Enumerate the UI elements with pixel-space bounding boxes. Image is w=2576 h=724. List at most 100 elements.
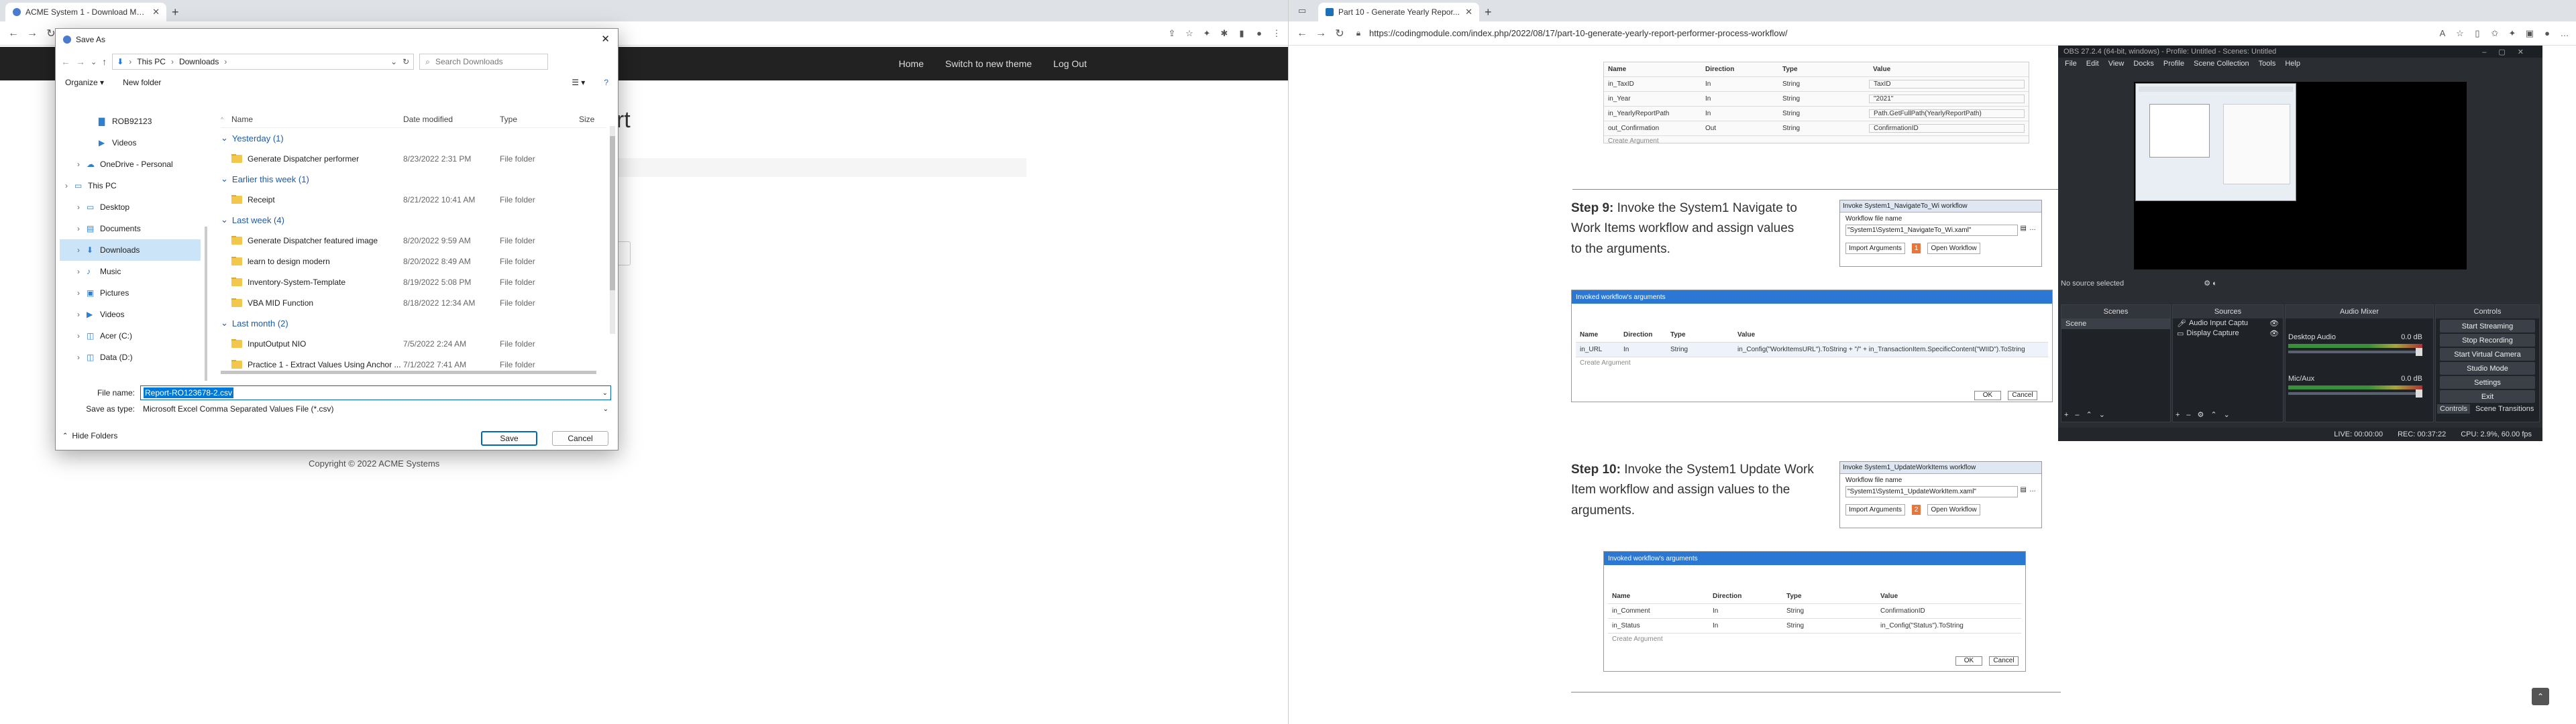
crumb-downloads[interactable]: Downloads <box>179 57 219 66</box>
tree-item-desktop[interactable]: › ▭ Desktop <box>60 196 201 218</box>
breadcrumb[interactable]: ⬇ › This PC › Downloads › ⌄ ↻ <box>112 54 415 70</box>
tree-item-documents[interactable]: › ▤ Documents <box>60 218 201 239</box>
search-box[interactable]: ⌕ Search Downloads <box>419 54 549 70</box>
refresh-icon[interactable]: ↻ <box>402 57 409 66</box>
reload-icon[interactable]: ↻ <box>1330 24 1349 43</box>
tree-item-videos[interactable]: › ▶ Videos <box>60 304 201 325</box>
chevron-right-icon[interactable]: › <box>77 160 87 169</box>
chevron-right-icon[interactable]: › <box>77 288 87 298</box>
obs-menu-tools[interactable]: Tools <box>2259 60 2276 68</box>
file-row[interactable]: Receipt 8/21/2022 10:41 AM File folder <box>221 189 606 210</box>
file-list-hscroll[interactable] <box>221 371 596 374</box>
hide-folders-toggle[interactable]: ⌃ Hide Folders <box>62 431 117 440</box>
col-date-modified[interactable]: Date modified <box>403 115 500 124</box>
help-icon[interactable]: ? <box>604 78 608 87</box>
tree-item-videos[interactable]: ▶ Videos <box>60 132 201 154</box>
chevron-right-icon[interactable]: › <box>77 267 87 276</box>
chevron-right-icon[interactable]: › <box>77 353 87 362</box>
obs-stop-recording-button[interactable]: Stop Recording <box>2440 334 2535 347</box>
save-button[interactable]: Save <box>481 431 537 446</box>
recent-chevron-icon[interactable]: ⌄ <box>91 58 97 66</box>
obs-menu-view[interactable]: View <box>2108 60 2125 68</box>
tree-item-music[interactable]: › ♪ Music <box>60 261 201 282</box>
extension-icon[interactable]: ✦ <box>1201 27 1213 40</box>
save-type-select[interactable]: Microsoft Excel Comma Separated Values F… <box>140 402 611 416</box>
back-icon[interactable]: ← <box>4 24 23 43</box>
tree-item-downloads[interactable]: › ⬇ Downloads <box>60 239 201 261</box>
tree-item-this-pc[interactable]: › ▭ This PC <box>60 175 201 196</box>
read-aloud-icon[interactable]: A <box>2436 27 2449 40</box>
obs-menu-help[interactable]: Help <box>2285 60 2300 68</box>
obs-menu-file[interactable]: File <box>2065 60 2077 68</box>
file-row[interactable]: InputOutput NIO 7/5/2022 2:24 AM File fold… <box>221 333 606 354</box>
obs-menu-scene-collection[interactable]: Scene Collection <box>2194 60 2249 68</box>
obs-exit-button[interactable]: Exit <box>2440 390 2535 403</box>
chevron-right-icon[interactable]: › <box>65 181 74 190</box>
tree-scrollbar[interactable] <box>205 227 207 381</box>
cancel-button[interactable]: Cancel <box>552 431 608 446</box>
group-collapse-icon[interactable]: ⌄ <box>221 133 228 143</box>
obs-start-virtual-camera-button[interactable]: Start Virtual Camera <box>2440 348 2535 361</box>
split-screen-icon[interactable]: ▯ <box>2471 27 2483 40</box>
puzzle-icon[interactable]: ✱ <box>1218 27 1230 40</box>
chevron-right-icon[interactable]: › <box>77 245 87 255</box>
obs-start-streaming-button[interactable]: Start Streaming <box>2440 320 2535 333</box>
obs-studio-mode-button[interactable]: Studio Mode <box>2440 362 2535 375</box>
tab-close-icon[interactable]: ✕ <box>152 7 160 17</box>
file-name-dropdown-icon[interactable]: ⌄ <box>602 389 608 397</box>
tab-acme-system[interactable]: ACME System 1 - Download Mo... ✕ <box>5 3 166 21</box>
forward-icon[interactable]: → <box>23 24 42 43</box>
profile-icon[interactable]: ● <box>1253 27 1265 40</box>
file-row[interactable]: Generate Dispatcher featured image 8/20/2… <box>221 230 606 251</box>
source-gear-icon[interactable]: ⚙ <box>2204 280 2210 288</box>
source-audio-input[interactable]: 🎤︎ Audio Input Captu 👁︎ <box>2173 318 2283 328</box>
extension-icon[interactable]: ✦ <box>2506 27 2518 40</box>
tree-item-acer-c-[interactable]: › ◫ Acer (C:) <box>60 325 201 347</box>
source-display-capture[interactable]: ▭ Display Capture 👁︎ <box>2173 328 2283 339</box>
chevron-right-icon[interactable]: › <box>77 310 87 319</box>
group-collapse-icon[interactable]: ⌄ <box>221 174 228 184</box>
tab-controls[interactable]: Controls <box>2437 404 2470 414</box>
more-icon[interactable]: … <box>2559 27 2571 40</box>
save-type-dropdown-icon[interactable]: ⌄ <box>603 406 608 413</box>
file-group-header[interactable]: ⌄ Last month (2) <box>221 313 606 333</box>
obs-menu-profile[interactable]: Profile <box>2163 60 2184 68</box>
col-type[interactable]: Type <box>500 115 579 124</box>
col-size[interactable]: Size <box>579 115 594 124</box>
obs-menu-docks[interactable]: Docks <box>2133 60 2154 68</box>
tree-item-onedrive-personal[interactable]: › ☁ OneDrive - Personal <box>60 154 201 175</box>
file-group-header[interactable]: ⌄ Earlier this week (1) <box>221 169 606 189</box>
nav-switch-theme[interactable]: Switch to new theme <box>945 58 1032 69</box>
address-bar[interactable]: https://codingmodule.com/index.php/2022/… <box>1368 25 2240 42</box>
tree-item-data-d-[interactable]: › ◫ Data (D:) <box>60 347 201 368</box>
scenes-controls-icon[interactable]: +–⌃⌄ <box>2064 410 2112 419</box>
file-row[interactable]: Generate Dispatcher performer 8/23/2022 2… <box>221 148 606 169</box>
file-row[interactable]: learn to design modern 8/20/2022 8:49 AM F… <box>221 251 606 272</box>
file-name-input[interactable]: Report-RO123678-2.csv ⌄ <box>140 385 611 400</box>
share-icon[interactable]: ⇪ <box>1166 27 1178 40</box>
favorites-icon[interactable]: ✩ <box>2489 27 2501 40</box>
file-row[interactable]: Inventory-System-Template 8/19/2022 5:08 … <box>221 272 606 292</box>
view-options-icon[interactable]: ☰ ▾ <box>572 78 585 87</box>
scroll-to-top-button[interactable]: ⌃ <box>2532 688 2549 705</box>
dialog-back-icon[interactable]: ← <box>61 56 70 67</box>
nav-home[interactable]: Home <box>899 58 924 69</box>
breadcrumb-dropdown-icon[interactable]: ⌄ <box>390 57 397 66</box>
back-icon[interactable]: ← <box>1293 24 1311 43</box>
file-group-header[interactable]: ⌄ Yesterday (1) <box>221 128 606 148</box>
eye-icon[interactable]: 👁︎ <box>2269 329 2279 338</box>
tab-scene-transitions[interactable]: Scene Transitions <box>2473 404 2536 414</box>
new-tab-icon[interactable]: + <box>172 5 179 19</box>
chevron-right-icon[interactable]: › <box>77 202 87 212</box>
sidebar-icon[interactable]: ▮ <box>1236 27 1248 40</box>
obs-settings-button[interactable]: Settings <box>2440 376 2535 389</box>
up-icon[interactable]: ↑ <box>102 56 107 67</box>
bookmark-star-icon[interactable]: ☆ <box>1183 27 1195 40</box>
new-tab-icon[interactable]: + <box>1485 5 1492 19</box>
tab-codingmodule[interactable]: Part 10 - Generate Yearly Repor... ✕ <box>1318 3 1479 21</box>
obs-preview[interactable] <box>2134 82 2467 269</box>
obs-menu-edit[interactable]: Edit <box>2086 60 2099 68</box>
source-filter-icon[interactable]: ◐ <box>2212 280 2217 288</box>
file-row[interactable]: VBA MID Function 8/18/2022 12:34 AM File f… <box>221 292 606 313</box>
file-list-scrollbar-thumb[interactable] <box>610 136 615 290</box>
